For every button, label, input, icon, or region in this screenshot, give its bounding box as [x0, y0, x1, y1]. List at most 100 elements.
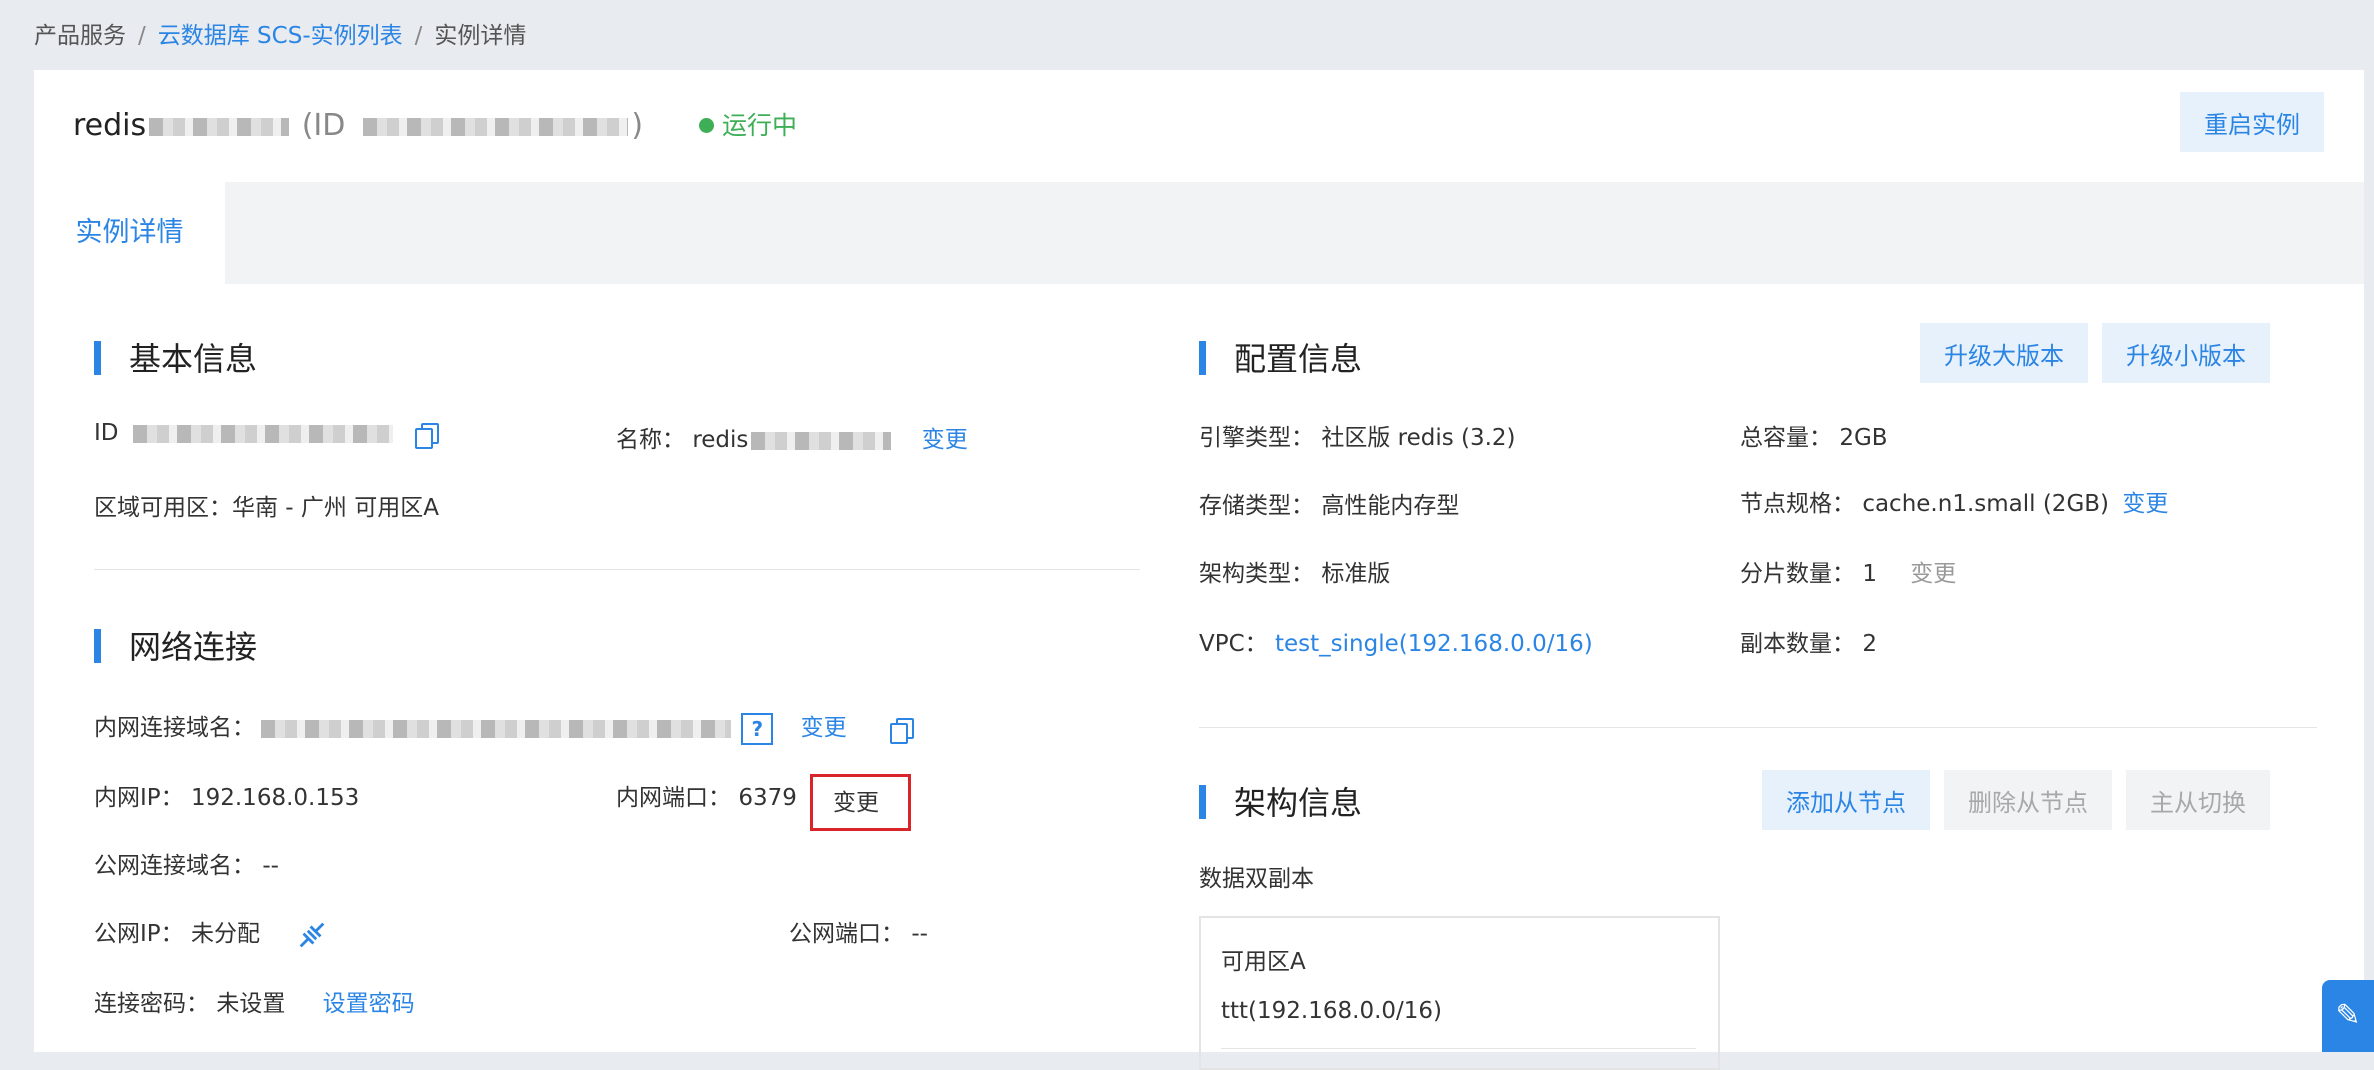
network-port-value: 6379 [738, 785, 797, 811]
network-domain-field: 内网连接域名： ? 变更 [94, 708, 914, 745]
copy-icon[interactable] [414, 422, 439, 449]
domain-change-link[interactable]: 变更 [801, 715, 847, 741]
breadcrumb-separator: / [138, 23, 146, 49]
status-dot-icon [699, 117, 714, 133]
public-ip-value: 未分配 [190, 921, 260, 947]
divider [94, 569, 1140, 570]
edit-icon[interactable]: ✎ [2322, 980, 2374, 1052]
public-ip-label: 公网IP： [94, 921, 184, 947]
section-bar [94, 341, 101, 375]
network-port-label: 内网端口： [616, 785, 731, 811]
section-bar [1199, 785, 1206, 819]
basic-name-field: 名称： redis 变更 [616, 420, 968, 454]
set-password-link[interactable]: 设置密码 [323, 991, 415, 1017]
storage-value: 高性能内存型 [1321, 493, 1460, 519]
tab-bar: 实例详情 [34, 182, 2364, 284]
spec-value: cache.n1.small (2GB) [1862, 491, 2110, 517]
basic-zone-field: 区域可用区：华南 - 广州 可用区A [94, 488, 439, 522]
architecture-mode: 数据双副本 [1199, 866, 1314, 892]
public-ip-field: 公网IP： 未分配 [94, 914, 329, 952]
vpc-label: VPC： [1199, 631, 1268, 657]
capacity-field: 总容量： 2GB [1740, 418, 1888, 452]
delete-replica-node-button: 删除从节点 [1944, 770, 2112, 830]
password-field: 连接密码： 未设置 设置密码 [94, 984, 415, 1018]
capacity-value: 2GB [1839, 425, 1888, 451]
breadcrumb: 产品服务 / 云数据库 SCS-实例列表 / 实例详情 [34, 16, 526, 50]
instance-id-suffix: ) [631, 108, 644, 143]
bind-ip-icon[interactable] [295, 918, 329, 952]
network-domain-label: 内网连接域名： [94, 715, 255, 741]
basic-id-label: ID [94, 420, 119, 446]
shard-value: 1 [1862, 561, 1877, 587]
zone-card: 可用区A ttt(192.168.0.0/16) [1199, 916, 1720, 1070]
detail-content: 基本信息 ID 名称： redis 变更 区域可用区：华南 - 广州 可用区A … [34, 284, 2364, 1070]
engine-label: 引擎类型： [1199, 425, 1314, 451]
port-change-link[interactable]: 变更 [833, 783, 879, 817]
public-port-label: 公网端口： [789, 921, 904, 947]
password-value: 未设置 [216, 991, 286, 1017]
section-bar [1199, 341, 1206, 375]
shard-change-link: 变更 [1910, 561, 1957, 587]
section-network-title: 网络连接 [94, 622, 257, 668]
public-domain-field: 公网连接域名： -- [94, 846, 279, 880]
capacity-label: 总容量： [1740, 425, 1832, 451]
network-port-field: 内网端口： 6379 [616, 778, 797, 812]
status-badge: 运行中 [699, 70, 797, 182]
status-text: 运行中 [722, 111, 798, 140]
breadcrumb-current: 实例详情 [434, 23, 527, 49]
section-bar [94, 629, 101, 663]
instance-name-prefix: redis [73, 108, 147, 143]
public-port-value: -- [911, 921, 928, 947]
copy-icon[interactable] [889, 717, 914, 744]
arch-value: 标准版 [1321, 561, 1391, 587]
divider [1199, 727, 2317, 728]
engine-value: 社区版 redis (3.2) [1321, 425, 1516, 451]
add-replica-node-button[interactable]: 添加从节点 [1762, 770, 1930, 830]
breadcrumb-products[interactable]: 产品服务 [34, 23, 126, 49]
basic-name-value: redis [692, 427, 749, 453]
redacted-id-value [132, 424, 393, 443]
engine-field: 引擎类型： 社区版 redis (3.2) [1199, 418, 1516, 452]
spec-change-link[interactable]: 变更 [2122, 491, 2168, 517]
section-basic-info-title: 基本信息 [94, 334, 257, 380]
vpc-field: VPC： test_single(192.168.0.0/16) [1199, 624, 1593, 658]
instance-id-prefix: (ID [301, 108, 346, 143]
basic-zone-value: 华南 - 广州 可用区A [232, 495, 439, 521]
shard-label: 分片数量： [1740, 561, 1855, 587]
redacted-domain [261, 719, 731, 738]
spec-field: 节点规格： cache.n1.small (2GB) 变更 [1740, 484, 2168, 518]
master-slave-switch-button: 主从切换 [2126, 770, 2270, 830]
public-port-field: 公网端口： -- [789, 914, 928, 948]
vpc-link[interactable]: test_single(192.168.0.0/16) [1275, 631, 1593, 657]
network-ip-field: 内网IP： 192.168.0.153 [94, 778, 359, 812]
breadcrumb-separator: / [414, 23, 423, 49]
replica-value: 2 [1862, 631, 1877, 657]
instance-header: redis (ID) 运行中 重启实例 [34, 70, 2364, 182]
upgrade-major-button[interactable]: 升级大版本 [1920, 323, 2088, 383]
redacted-name-value [751, 431, 892, 450]
password-label: 连接密码： [94, 991, 209, 1017]
redacted-name [149, 117, 290, 136]
upgrade-minor-button[interactable]: 升级小版本 [2102, 323, 2270, 383]
spec-label: 节点规格： [1740, 491, 1855, 517]
replica-label: 副本数量： [1740, 631, 1855, 657]
basic-id-field: ID [94, 420, 439, 449]
storage-field: 存储类型： 高性能内存型 [1199, 486, 1459, 520]
tab-instance-detail[interactable]: 实例详情 [34, 182, 225, 284]
section-architecture-title: 架构信息 [1199, 778, 1362, 824]
shard-field: 分片数量： 1 变更 [1740, 554, 1956, 588]
divider [1221, 1048, 1696, 1049]
restart-instance-button[interactable]: 重启实例 [2180, 92, 2324, 152]
replica-field: 副本数量： 2 [1740, 624, 1877, 658]
zone-card-vpc-link[interactable]: ttt(192.168.0.0/16) [1221, 998, 1442, 1024]
breadcrumb-instance-list[interactable]: 云数据库 SCS-实例列表 [158, 23, 403, 49]
arch-field: 架构类型： 标准版 [1199, 554, 1390, 588]
network-ip-label: 内网IP： [94, 785, 184, 811]
storage-label: 存储类型： [1199, 493, 1314, 519]
help-icon[interactable]: ? [741, 712, 774, 745]
redacted-id [363, 117, 629, 136]
name-change-link[interactable]: 变更 [922, 427, 968, 453]
public-domain-label: 公网连接域名： [94, 853, 255, 879]
instance-title: redis (ID) [73, 70, 643, 182]
zone-card-name: 可用区A [1221, 949, 1306, 975]
